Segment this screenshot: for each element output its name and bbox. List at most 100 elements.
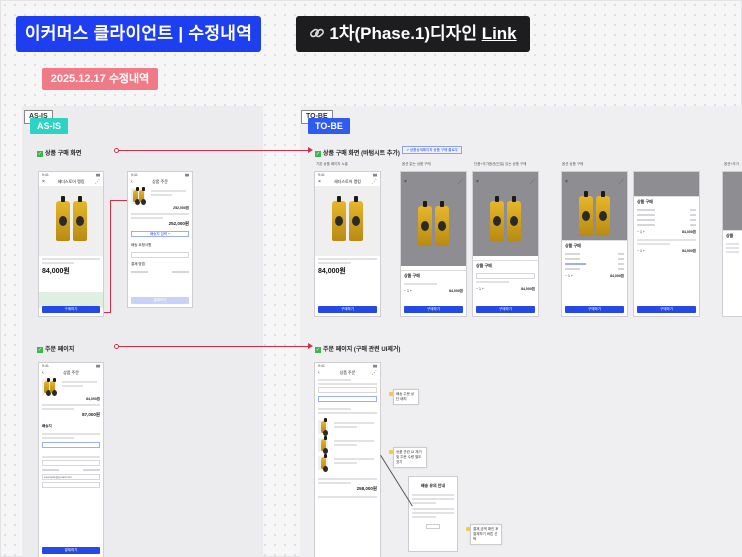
- product-bottle-image: [435, 201, 449, 246]
- modal-confirm-button[interactable]: [426, 524, 440, 529]
- share-icon[interactable]: ⋰: [95, 178, 100, 186]
- close-icon[interactable]: ×: [565, 178, 568, 186]
- nav-title: 상품 주문: [339, 370, 356, 375]
- sheet-title: 상품 구매: [565, 243, 581, 248]
- product-bottle-image: [55, 196, 70, 241]
- quantity-stepper[interactable]: − 1 +: [476, 287, 484, 292]
- buy-button[interactable]: 구매하기: [637, 306, 696, 313]
- order-item: [128, 186, 192, 206]
- quantity-stepper[interactable]: − 1 +: [637, 230, 645, 235]
- product-name-placeholder: [42, 258, 100, 260]
- option-row[interactable]: [565, 252, 624, 256]
- screen-note-2: 옵션 없는 상품 구매: [402, 162, 431, 166]
- payment-radio[interactable]: [42, 469, 60, 471]
- connector-line: [110, 200, 111, 313]
- product-bottle-image: [490, 196, 504, 241]
- nav-bar: ‹ 상품 주문: [128, 178, 192, 186]
- nav-title: 상품 주문: [152, 179, 168, 184]
- pay-button[interactable]: 결제하기: [131, 297, 189, 304]
- buy-button[interactable]: 구매하기: [476, 306, 535, 313]
- email-field-value: example@gmail.com: [44, 475, 73, 479]
- product-image-dimmed: [401, 186, 466, 266]
- buy-button[interactable]: 구매하기: [404, 306, 463, 313]
- nav-bar: ‹ 상품 주문 ⋰: [315, 369, 380, 377]
- check-icon: ✓: [315, 347, 321, 353]
- delivery-select[interactable]: [42, 460, 100, 466]
- quantity-stepper[interactable]: − 1 +: [404, 289, 412, 294]
- back-icon[interactable]: ‹: [131, 178, 133, 186]
- payment-radio[interactable]: [82, 469, 100, 471]
- item-option-placeholder: [151, 194, 172, 196]
- product-bottle-image: [72, 196, 87, 241]
- close-icon[interactable]: ×: [318, 178, 321, 186]
- share-icon[interactable]: ⋰: [530, 178, 535, 186]
- check-icon: ✓: [315, 151, 321, 157]
- close-icon[interactable]: ×: [476, 178, 479, 186]
- address-change-button[interactable]: [42, 442, 100, 448]
- product-bottle-image: [332, 196, 346, 241]
- quantity-row: − 1 + 84,000원: [562, 272, 627, 281]
- delivery-select[interactable]: [131, 252, 189, 258]
- page-title: 이커머스 클라이언트 | 수정내역: [16, 16, 261, 52]
- option-row[interactable]: [637, 218, 696, 222]
- product-image-dimmed: [473, 186, 538, 256]
- product-image: [39, 186, 103, 256]
- product-price: 84,000원: [42, 268, 70, 275]
- item-thumbnail: [318, 436, 328, 454]
- quantity-row: − 1 + 84,000원: [634, 228, 699, 237]
- buy-button[interactable]: 구매하기: [565, 306, 624, 313]
- option-row[interactable]: [565, 267, 624, 271]
- item-option-placeholder: [334, 426, 357, 428]
- design-link-text[interactable]: Link: [482, 24, 517, 43]
- contact-field[interactable]: [42, 482, 100, 488]
- address-input-button[interactable]: 배송지 입력 +: [131, 231, 189, 237]
- flow-link-chip[interactable]: ↗ 상품상세페이지 상품 구매 플로우: [402, 146, 462, 154]
- item-bottle: [320, 418, 328, 436]
- tobe-tag: TO-BE: [308, 118, 350, 134]
- tobe-sheet-option-list: 상품 구매 − 1 + 84,000원 − 1 + 84,000원 구매하기: [633, 171, 700, 317]
- payment-option[interactable]: [42, 468, 100, 472]
- email-field[interactable]: example@gmail.com: [42, 474, 100, 480]
- delivery-select[interactable]: [318, 387, 377, 393]
- back-icon[interactable]: ‹: [318, 369, 320, 377]
- close-icon[interactable]: ×: [404, 178, 407, 186]
- option-row[interactable]: [565, 262, 624, 266]
- option-row[interactable]: [637, 223, 696, 227]
- payment-radio[interactable]: [171, 271, 189, 273]
- quantity-stepper[interactable]: − 1 +: [637, 249, 645, 254]
- item-thumbnail: [42, 378, 57, 396]
- pay-button[interactable]: 결제하기: [42, 547, 100, 554]
- arrow-origin-dot: [114, 148, 119, 153]
- share-icon[interactable]: ⋰: [458, 178, 463, 186]
- share-icon[interactable]: ⋰: [619, 178, 624, 186]
- annotation-callout-1: 배송 주문 상단 배치: [389, 389, 419, 405]
- tobe-sheet-no-option: × ⋰ 상품 구매 − 1 +84,000원 구매하기: [400, 171, 467, 317]
- order-item: [39, 377, 103, 397]
- sheet-title: 상품: [726, 233, 734, 238]
- option-arrow: [690, 219, 696, 221]
- order-total: 252,000원: [168, 221, 189, 226]
- option-name: [565, 253, 580, 255]
- option-arrow: [690, 209, 696, 211]
- design-link-button[interactable]: 1차(Phase.1)디자인 Link: [296, 16, 530, 52]
- payment-option[interactable]: [131, 270, 189, 274]
- payment-radio[interactable]: [131, 271, 149, 273]
- quantity-stepper[interactable]: − 1 +: [565, 274, 573, 279]
- option-row[interactable]: [637, 208, 696, 212]
- product-bottle-image: [579, 191, 593, 236]
- option-row[interactable]: [565, 257, 624, 261]
- share-icon[interactable]: ⋰: [372, 178, 377, 186]
- option-row[interactable]: [637, 213, 696, 217]
- tobe-sheet-options: × ⋰ 상품 구매 − 1 +84,000원 구매하기: [561, 171, 628, 317]
- address-change-button[interactable]: [318, 396, 377, 402]
- option-select[interactable]: [476, 273, 535, 279]
- check-icon: ✓: [37, 347, 43, 353]
- buy-button[interactable]: 구매하기: [318, 306, 377, 313]
- nav-title: 헤더스토어 랭킹: [57, 179, 85, 184]
- buy-button[interactable]: 구매하기: [42, 306, 100, 313]
- back-icon[interactable]: ‹: [42, 369, 44, 377]
- close-icon[interactable]: ×: [42, 178, 45, 186]
- quantity-row: − 1 + 84,000원: [634, 247, 699, 256]
- asis-section-purchase: ✓ 상품 구매 화면: [37, 148, 81, 157]
- share-icon[interactable]: ⋰: [372, 369, 377, 377]
